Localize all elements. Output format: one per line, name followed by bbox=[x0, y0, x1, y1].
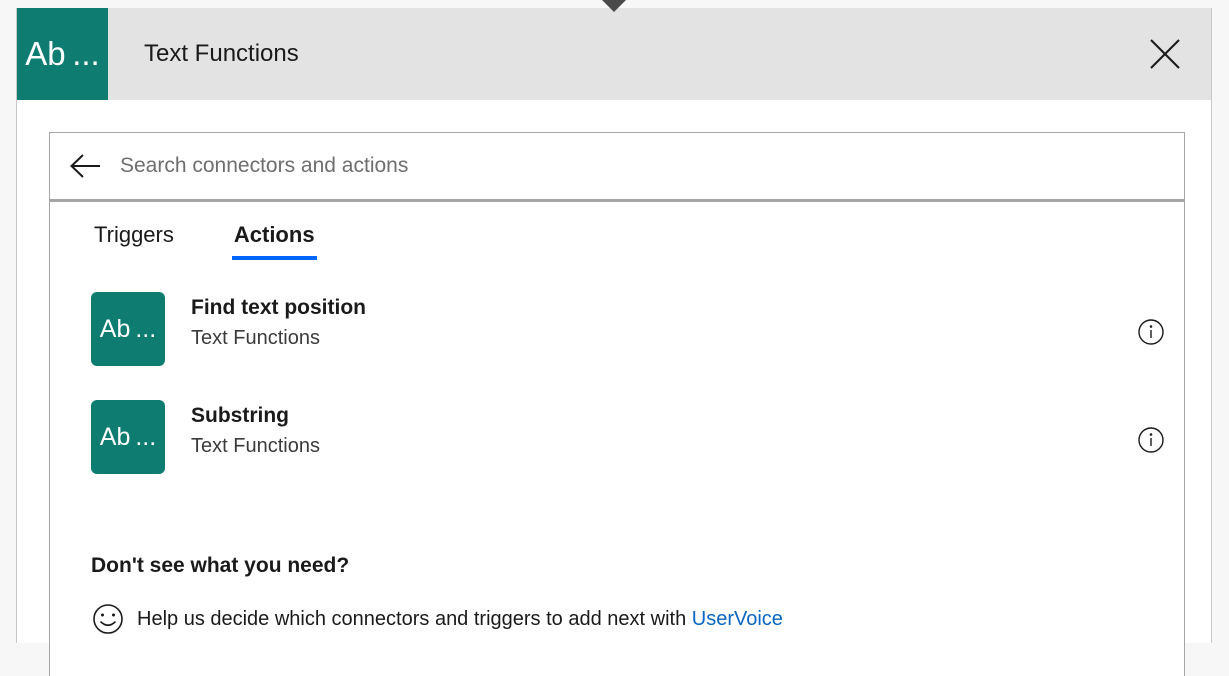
info-button[interactable] bbox=[1136, 317, 1166, 347]
tab-list: Triggers Actions bbox=[50, 202, 1184, 280]
text-functions-connector-icon: Ab ... bbox=[91, 292, 165, 366]
search-input[interactable] bbox=[120, 146, 1184, 186]
connector-browser: Triggers Actions Ab ... Find text positi… bbox=[49, 132, 1185, 676]
action-list: Ab ... Find text position Text Functions bbox=[50, 280, 1184, 508]
tab-active-indicator bbox=[231, 256, 317, 260]
tab-triggers[interactable]: Triggers bbox=[92, 222, 176, 260]
list-item-text: Substring Text Functions bbox=[165, 400, 1136, 461]
tab-triggers-label: Triggers bbox=[94, 222, 174, 247]
back-arrow-icon bbox=[70, 154, 100, 178]
list-item[interactable]: Ab ... Substring Text Functions bbox=[50, 400, 1184, 508]
footer-text: Help us decide which connectors and trig… bbox=[137, 608, 783, 631]
list-item[interactable]: Ab ... Find text position Text Functions bbox=[50, 292, 1184, 400]
close-icon bbox=[1150, 39, 1180, 69]
text-functions-connector-icon: Ab ... bbox=[17, 8, 108, 100]
footer-section: Don't see what you need? Help us decide … bbox=[50, 508, 1184, 636]
list-item-subtitle: Text Functions bbox=[191, 435, 320, 457]
panel-body: Triggers Actions Ab ... Find text positi… bbox=[17, 100, 1211, 676]
tab-actions[interactable]: Actions bbox=[231, 222, 317, 260]
connector-flyout-panel: Ab ... Text Functions Search connectors … bbox=[16, 8, 1212, 676]
footer-line: Help us decide which connectors and trig… bbox=[91, 602, 1184, 636]
info-icon bbox=[1138, 427, 1164, 453]
text-functions-connector-icon: Ab ... bbox=[91, 400, 165, 474]
search-row bbox=[50, 133, 1184, 202]
back-button[interactable] bbox=[50, 153, 120, 179]
info-icon bbox=[1138, 319, 1164, 345]
list-item-title: Find text position bbox=[191, 296, 366, 319]
list-item-subtitle: Text Functions bbox=[191, 327, 320, 349]
uservoice-link[interactable]: UserVoice bbox=[692, 608, 783, 630]
list-item-title: Substring bbox=[191, 404, 289, 427]
footer-text-static: Help us decide which connectors and trig… bbox=[137, 607, 692, 630]
info-button[interactable] bbox=[1136, 425, 1166, 455]
smiley-face-icon bbox=[91, 602, 125, 636]
flyout-caret bbox=[602, 0, 626, 12]
close-button[interactable] bbox=[1119, 8, 1211, 100]
tab-actions-label: Actions bbox=[233, 222, 315, 247]
page-title: Text Functions bbox=[144, 40, 299, 67]
panel-header: Ab ... Text Functions bbox=[17, 8, 1211, 100]
list-item-text: Find text position Text Functions bbox=[165, 292, 1136, 353]
footer-heading: Don't see what you need? bbox=[91, 554, 350, 577]
